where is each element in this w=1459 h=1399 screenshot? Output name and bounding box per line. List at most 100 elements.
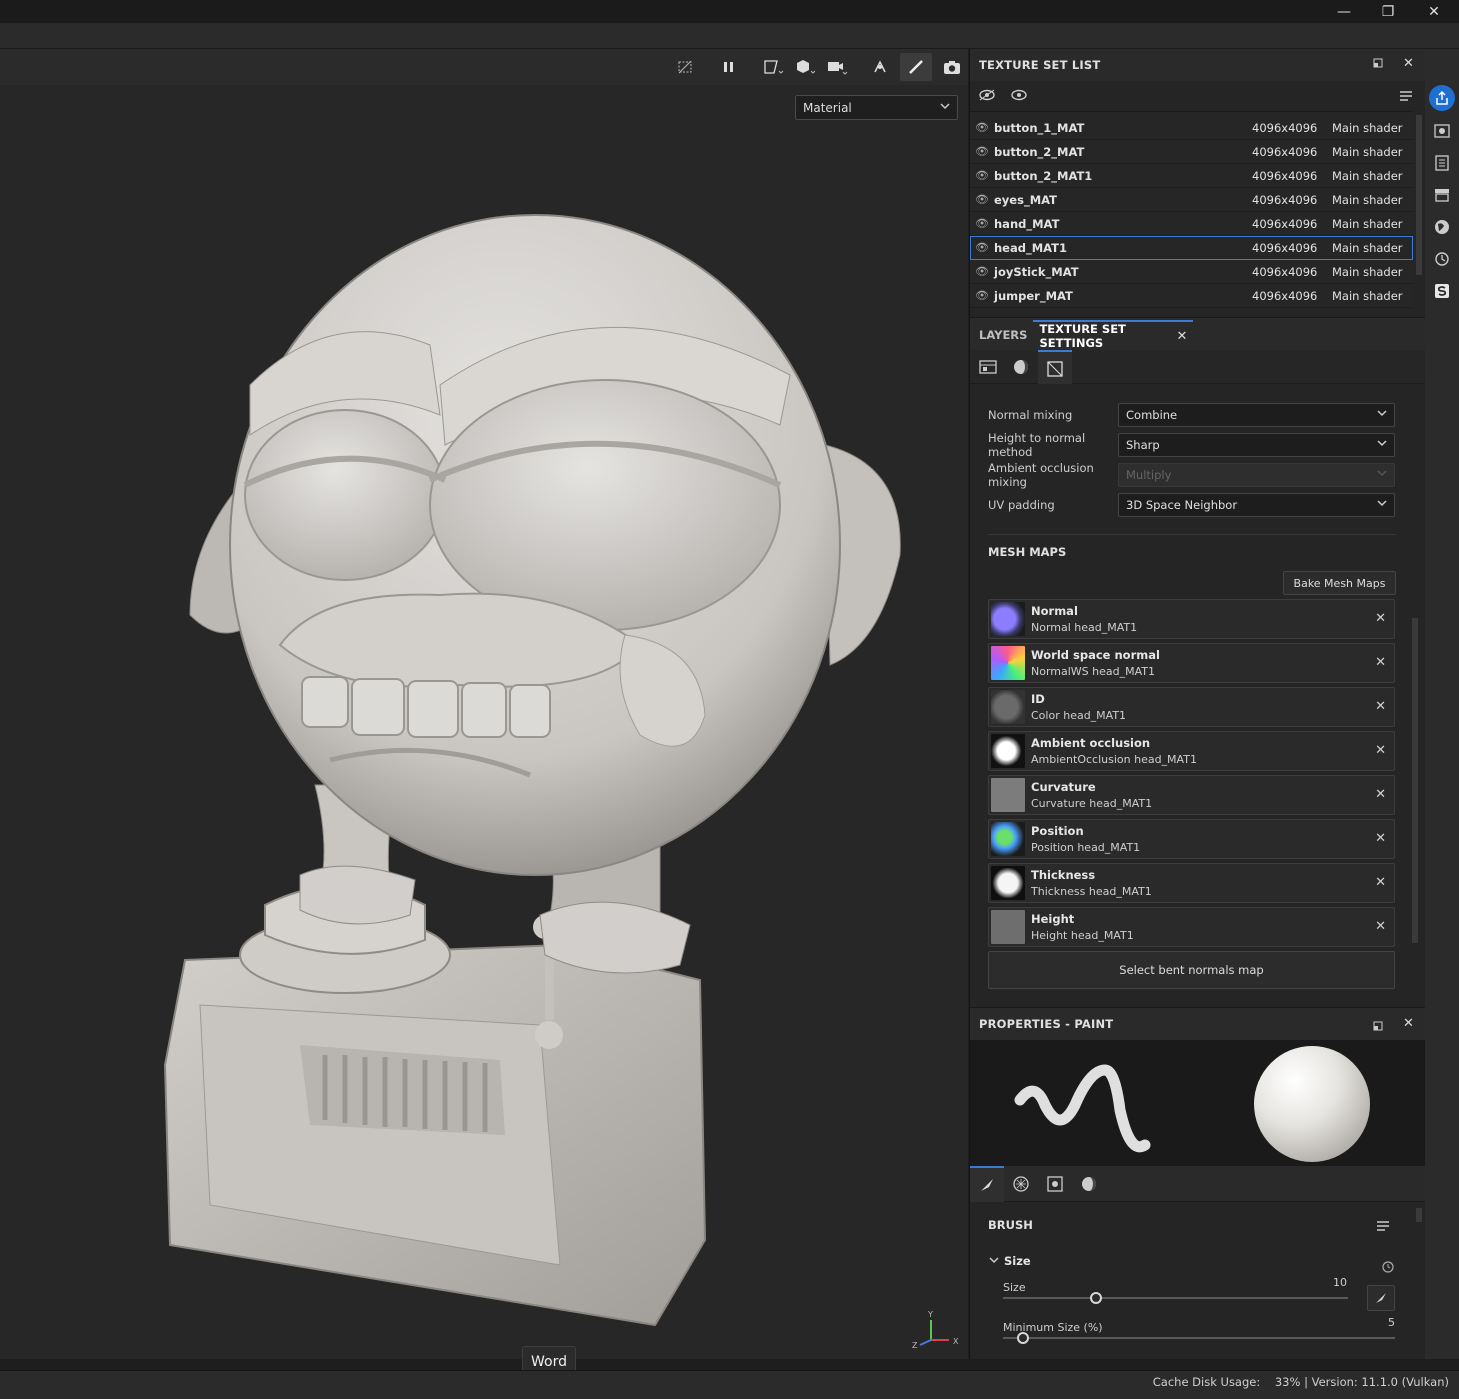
remove-map-icon[interactable]: ✕ — [1375, 655, 1386, 670]
eye-icon[interactable]: 👁 — [970, 145, 994, 158]
texture-set-row-selected[interactable]: 👁 head_MAT1 4096x4096 Main shader — [970, 236, 1413, 260]
axis-x-label: X — [953, 1337, 959, 1346]
min-size-slider-knob[interactable] — [1017, 1332, 1029, 1344]
texture-set-row[interactable]: 👁 button_2_MAT 4096x4096 Main shader — [970, 140, 1413, 164]
mesh-map-normal[interactable]: Normal Normal head_MAT1 ✕ — [988, 599, 1395, 639]
tooltip-text: Word — [531, 1354, 567, 1370]
pause-icon[interactable] — [713, 53, 745, 81]
texture-set-row[interactable]: 👁 button_1_MAT 4096x4096 Main shader — [970, 116, 1413, 140]
eye-icon[interactable]: 👁 — [970, 265, 994, 278]
close-window-button[interactable]: ✕ — [1412, 0, 1456, 23]
chevron-down-icon — [1377, 410, 1387, 417]
restore-button[interactable]: ❐ — [1366, 0, 1410, 23]
history-icon[interactable] — [1429, 246, 1455, 272]
height-to-normal-dropdown[interactable]: Sharp — [1118, 433, 1395, 457]
close-panel-icon[interactable]: ✕ — [1403, 1016, 1414, 1031]
substance-icon[interactable] — [1429, 278, 1455, 304]
camera-mode-icon[interactable] — [789, 53, 821, 81]
3d-viewport[interactable]: Material Y X Z — [0, 49, 968, 1359]
brush-menu-icon[interactable] — [1375, 1219, 1391, 1233]
mesh-map-ambient-occlusion[interactable]: Ambient occlusion AmbientOcclusion head_M… — [988, 731, 1395, 771]
pressure-button[interactable] — [1367, 1285, 1395, 1311]
remove-map-icon[interactable]: ✕ — [1375, 699, 1386, 714]
close-tab-icon[interactable]: ✕ — [1177, 329, 1188, 344]
tab-layers[interactable]: LAYERS — [973, 320, 1033, 350]
remove-map-icon[interactable]: ✕ — [1375, 743, 1386, 758]
material-icon[interactable] — [1081, 1176, 1097, 1192]
settings-icon[interactable] — [979, 359, 997, 375]
assets-icon[interactable] — [1429, 182, 1455, 208]
normal-mixing-dropdown[interactable]: Combine — [1118, 403, 1395, 427]
slider-value[interactable]: 10 — [1333, 1276, 1347, 1289]
eye-icon[interactable] — [1010, 88, 1028, 102]
viewport-toolbar — [0, 49, 968, 85]
texture-set-row[interactable]: 👁 eyes_MAT 4096x4096 Main shader — [970, 188, 1413, 212]
mesh-map-thickness[interactable]: Thickness Thickness head_MAT1 ✕ — [988, 863, 1395, 903]
remove-map-icon[interactable]: ✕ — [1375, 787, 1386, 802]
3d-model-render[interactable]: Y X Z — [0, 85, 968, 1359]
brush-tab[interactable] — [970, 1166, 1004, 1202]
close-panel-icon[interactable]: ✕ — [1403, 56, 1414, 71]
remove-map-icon[interactable]: ✕ — [1375, 919, 1386, 934]
symmetry-icon[interactable] — [864, 53, 896, 81]
texture-set-row[interactable]: 👁 hand_MAT 4096x4096 Main shader — [970, 212, 1413, 236]
mesh-map-world-space-normal[interactable]: World space normal NormalWS head_MAT1 ✕ — [988, 643, 1395, 683]
size-group-header[interactable]: Size — [988, 1254, 1408, 1268]
alpha-icon[interactable] — [1013, 1176, 1029, 1192]
eye-icon[interactable]: 👁 — [970, 121, 994, 134]
map-title: World space normal — [1031, 648, 1160, 662]
export-icon[interactable] — [1429, 85, 1455, 111]
mesh-map-height[interactable]: Height Height head_MAT1 ✕ — [988, 907, 1395, 947]
slider-value[interactable]: 5 — [1388, 1316, 1395, 1329]
eye-icon[interactable]: 👁 — [970, 169, 994, 182]
size-slider-knob[interactable] — [1090, 1292, 1102, 1304]
stencil-icon[interactable] — [1047, 1176, 1063, 1192]
undock-icon[interactable] — [1372, 57, 1384, 72]
window-titlebar: — ❐ ✕ — [0, 0, 1459, 23]
texture-set-name: joyStick_MAT — [994, 264, 1079, 279]
undock-icon[interactable] — [1372, 1017, 1384, 1036]
hide-mask-icon[interactable] — [669, 53, 701, 81]
uv-padding-dropdown[interactable]: 3D Space Neighbor — [1118, 493, 1395, 517]
mesh-map-position[interactable]: Position Position head_MAT1 ✕ — [988, 819, 1395, 859]
brush-preview — [970, 1040, 1426, 1166]
log-icon[interactable] — [1429, 150, 1455, 176]
texture-set-row[interactable]: 👁 jumper_MAT 4096x4096 Main shader — [970, 284, 1413, 308]
remove-map-icon[interactable]: ✕ — [1375, 831, 1386, 846]
properties-scrollbar[interactable] — [1416, 1208, 1422, 1222]
min-size-slider-track[interactable] — [1003, 1337, 1395, 1339]
uv-tab[interactable] — [1038, 350, 1072, 384]
map-title: Height — [1031, 912, 1075, 926]
bake-mesh-maps-button[interactable]: Bake Mesh Maps — [1283, 571, 1396, 595]
mesh-map-curvature[interactable]: Curvature Curvature head_MAT1 ✕ — [988, 775, 1395, 815]
shader-icon[interactable] — [1013, 359, 1029, 375]
display-settings-icon[interactable] — [1429, 118, 1455, 144]
texture-set-row[interactable]: 👁 button_2_MAT1 4096x4096 Main shader — [970, 164, 1413, 188]
texture-set-shader: Main shader — [1332, 264, 1403, 279]
visibility-toggle-icon[interactable] — [978, 88, 996, 102]
eye-icon[interactable]: 👁 — [970, 241, 994, 254]
selection-tool-icon[interactable] — [757, 53, 789, 81]
eye-icon[interactable]: 👁 — [970, 193, 994, 206]
texture-set-toolbar — [970, 81, 1426, 111]
tab-texture-set-settings[interactable]: TEXTURE SET SETTINGS ✕ — [1033, 320, 1194, 350]
minimize-button[interactable]: — — [1322, 0, 1366, 23]
reset-icon[interactable] — [1381, 1260, 1395, 1274]
texture-set-row[interactable]: 👁 joyStick_MAT 4096x4096 Main shader — [970, 260, 1413, 284]
globe-icon[interactable] — [1429, 214, 1455, 240]
video-camera-icon[interactable] — [821, 53, 853, 81]
field-label: UV padding — [988, 498, 1055, 512]
eye-icon[interactable]: 👁 — [970, 217, 994, 230]
size-slider-track[interactable] — [1003, 1297, 1348, 1299]
remove-map-icon[interactable]: ✕ — [1375, 611, 1386, 626]
list-menu-icon[interactable] — [1398, 89, 1414, 103]
material-sphere-preview — [1254, 1046, 1370, 1162]
select-bent-normals-button[interactable]: Select bent normals map — [988, 951, 1395, 989]
remove-map-icon[interactable]: ✕ — [1375, 875, 1386, 890]
mesh-map-id[interactable]: ID Color head_MAT1 ✕ — [988, 687, 1395, 727]
screenshot-camera-icon[interactable] — [936, 53, 968, 81]
texture-list-scrollbar[interactable] — [1416, 115, 1422, 275]
settings-scrollbar[interactable] — [1412, 618, 1418, 943]
eye-icon[interactable]: 👁 — [970, 289, 994, 302]
paint-brush-icon[interactable] — [900, 53, 932, 81]
